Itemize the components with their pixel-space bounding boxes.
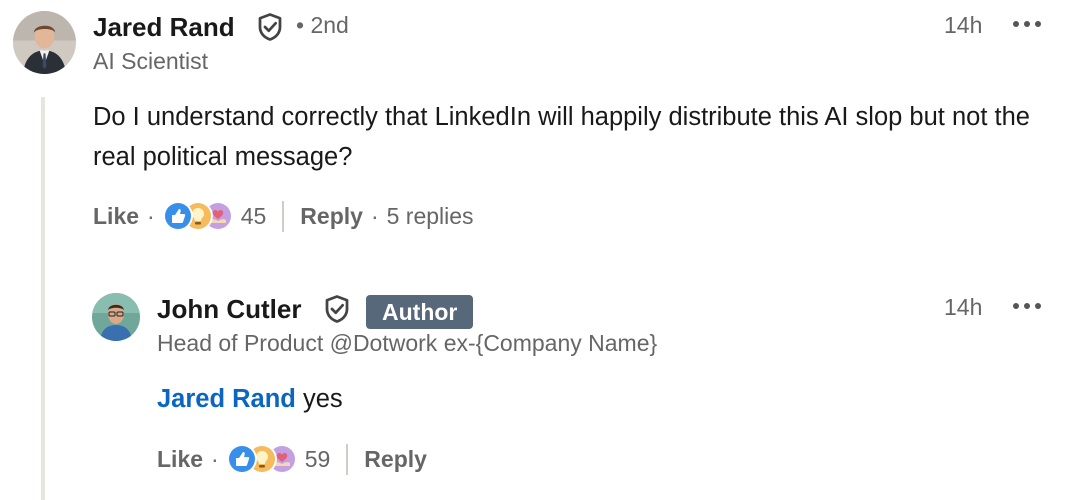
comment-timestamp: 14h	[944, 12, 983, 38]
verified-icon	[322, 294, 352, 324]
reply-author-headline: Head of Product @Dotwork ex-{Company Nam…	[157, 330, 658, 356]
separator-dot: ·	[147, 202, 155, 229]
reply-author-name[interactable]: John Cutler	[157, 294, 301, 325]
reactions-summary[interactable]	[226, 444, 297, 474]
reply-message: yes	[302, 385, 343, 413]
reply-text: Jared Rand yes	[157, 379, 1037, 419]
like-reaction-icon	[162, 201, 193, 231]
divider	[346, 443, 349, 475]
divider	[282, 200, 285, 232]
replies-count-link[interactable]: 5 replies	[387, 203, 474, 230]
separator-dot: ·	[211, 445, 219, 472]
author-badge: Author	[366, 295, 474, 329]
reply-avatar[interactable]	[92, 293, 140, 341]
reply-timestamp: 14h	[944, 294, 983, 320]
like-button[interactable]: Like	[93, 203, 139, 230]
thread-line	[41, 97, 45, 500]
like-reaction-icon	[226, 444, 257, 474]
reply-button[interactable]: Reply	[300, 203, 363, 230]
reply-avatar-photo	[92, 293, 140, 341]
reactions-summary[interactable]	[162, 201, 233, 231]
comment-text: Do I understand correctly that LinkedIn …	[93, 103, 1030, 171]
like-button[interactable]: Like	[157, 446, 203, 473]
reply-actions: Like · 59 Reply	[157, 443, 427, 475]
connection-degree: • 2nd	[296, 12, 349, 38]
reaction-count[interactable]: 59	[305, 446, 331, 473]
more-options-icon[interactable]	[1013, 19, 1041, 29]
mention-link[interactable]: Jared Rand	[157, 385, 296, 413]
avatar[interactable]	[13, 11, 76, 74]
more-options-icon[interactable]	[1013, 301, 1041, 311]
comment-author-headline: AI Scientist	[93, 48, 209, 74]
comment-author-name[interactable]: Jared Rand	[93, 12, 235, 43]
reaction-count[interactable]: 45	[241, 203, 267, 230]
comment-actions: Like · 45 Reply · 5 replies	[93, 200, 474, 232]
separator-dot: ·	[370, 202, 379, 229]
verified-icon	[255, 12, 285, 42]
avatar-photo	[13, 11, 76, 74]
reply-button[interactable]: Reply	[364, 446, 427, 473]
